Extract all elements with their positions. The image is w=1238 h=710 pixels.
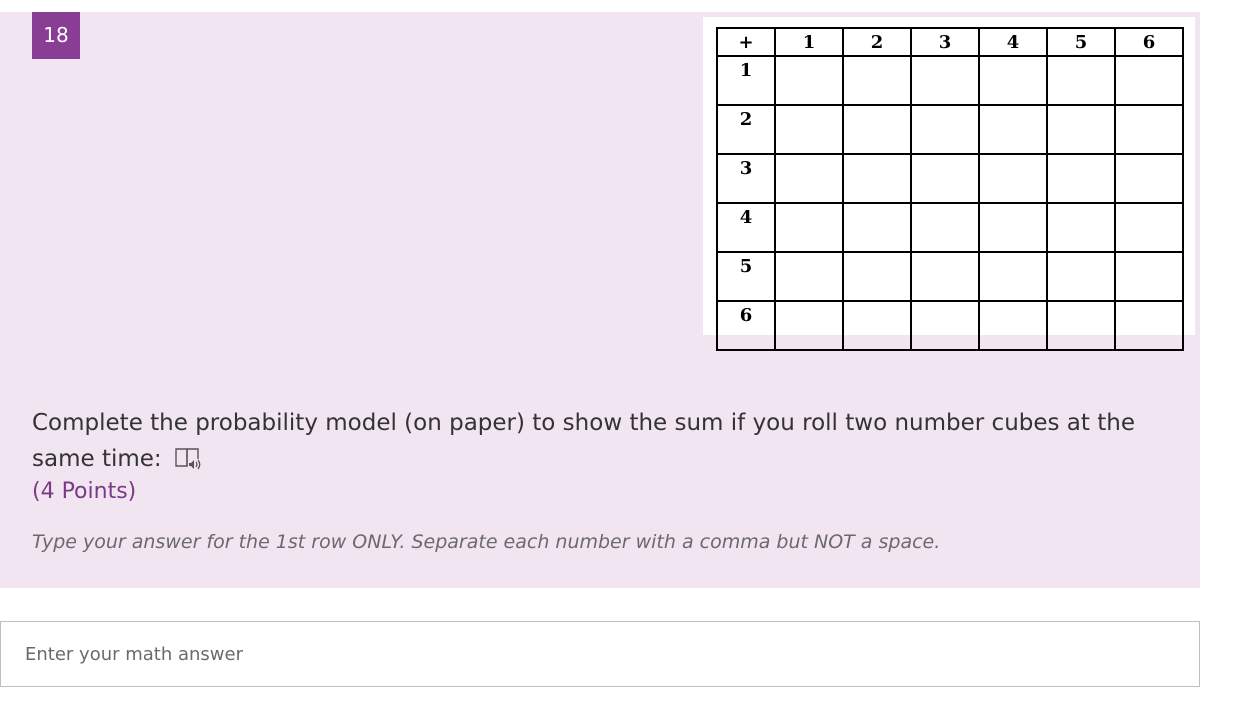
table-cell [978, 55, 1048, 106]
table-row-header: 2 [716, 104, 776, 155]
table-cell [978, 202, 1048, 253]
table-cell [842, 300, 912, 351]
question-subtitle: Type your answer for the 1st row ONLY. S… [32, 531, 941, 553]
table-column-header: 3 [910, 27, 980, 57]
table-cell [842, 251, 912, 302]
table-column-header: 1 [774, 27, 844, 57]
table-cell [1114, 104, 1184, 155]
table-cell [910, 202, 980, 253]
table-column-header: 2 [842, 27, 912, 57]
math-answer-input[interactable] [0, 621, 1200, 687]
table-row: 2 [716, 104, 1184, 155]
table-row-header: 3 [716, 153, 776, 204]
table-header-row: +1 2 3 4 5 6 [716, 27, 1184, 57]
table-cell [842, 202, 912, 253]
table-row-header: 4 [716, 202, 776, 253]
table-cell [774, 202, 844, 253]
table-cell [978, 251, 1048, 302]
table-cell [1046, 202, 1116, 253]
table-column-header: 4 [978, 27, 1048, 57]
table-cell [1046, 300, 1116, 351]
question-points: (4 Points) [32, 479, 137, 504]
table-cell [774, 153, 844, 204]
table-cell [1114, 251, 1184, 302]
table-cell [842, 55, 912, 106]
immersive-reader-icon[interactable] [174, 446, 204, 474]
question-card: 18 +1 2 3 4 5 6 1 2 3 4 5 6 Complete the probabilit… [0, 12, 1200, 588]
table-cell [774, 300, 844, 351]
table-cell [910, 300, 980, 351]
table-row: 5 [716, 251, 1184, 302]
table-row: 3 [716, 153, 1184, 204]
table-cell [910, 251, 980, 302]
table-cell [1046, 104, 1116, 155]
table-cell [1046, 55, 1116, 106]
table-cell [1114, 153, 1184, 204]
table-cell [774, 251, 844, 302]
table-cell [978, 153, 1048, 204]
table-cell [910, 55, 980, 106]
addition-table: +1 2 3 4 5 6 1 2 3 4 5 6 [716, 27, 1184, 351]
table-cell [1114, 202, 1184, 253]
table-row-header: 5 [716, 251, 776, 302]
table-cell [774, 104, 844, 155]
table-cell [978, 300, 1048, 351]
table-cell [1114, 55, 1184, 106]
table-row-header: 6 [716, 300, 776, 351]
table-row: 4 [716, 202, 1184, 253]
question-number-badge: 18 [32, 12, 80, 59]
table-column-header: 6 [1114, 27, 1184, 57]
table-cell [910, 104, 980, 155]
table-row: 1 [716, 55, 1184, 106]
table-column-header: 5 [1046, 27, 1116, 57]
table-cell [978, 104, 1048, 155]
table-cell [842, 104, 912, 155]
table-row: 6 [716, 300, 1184, 351]
addition-table-image: +1 2 3 4 5 6 1 2 3 4 5 6 [703, 17, 1195, 351]
table-cell [1046, 153, 1116, 204]
table-cell [774, 55, 844, 106]
table-cell [910, 153, 980, 204]
table-cell [1046, 251, 1116, 302]
table-row-header: 1 [716, 55, 776, 106]
table-corner-symbol: + [716, 27, 776, 57]
table-cell [1114, 300, 1184, 351]
table-cell [842, 153, 912, 204]
question-prompt: Complete the probability model (on paper… [32, 405, 1162, 477]
